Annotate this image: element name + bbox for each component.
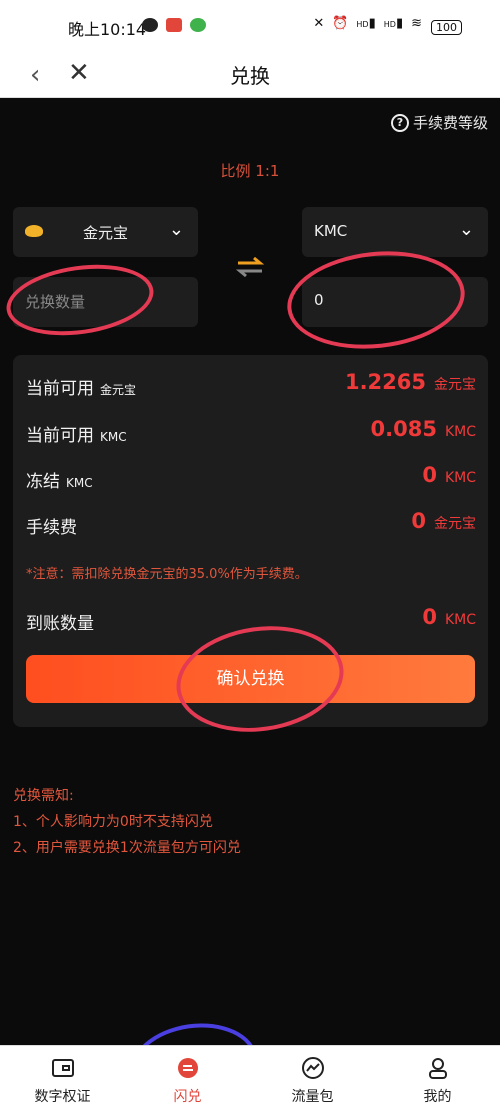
fee-note: *注意：需扣除兑换金元宝的35.0%作为手续费。 [26, 567, 308, 582]
from-currency-select[interactable]: 金元宝 ⌄ [13, 207, 198, 257]
row-value: 1.2265 金元宝 [345, 370, 476, 394]
page-title: 兑换 [230, 64, 270, 88]
row-value: 0 金元宝 [411, 509, 476, 533]
chart-icon [301, 1057, 324, 1079]
status-bar: 晚上10:14 ✕ ⏰ HD▮ HD▮ ≋ 100 [0, 0, 500, 50]
row-unit: KMC [444, 612, 476, 628]
row-label: 当前可用 金元宝 [26, 374, 136, 399]
nav-label: 闪兑 [173, 1089, 202, 1105]
row-value: 0 KMC [422, 605, 476, 629]
nav-item-traffic-pack[interactable]: 流量包 [250, 1046, 375, 1111]
signal-1-icon: HD▮ [356, 16, 376, 31]
notice-line-1: 1、个人影响力为0时不支持闪兑 [13, 814, 213, 830]
row-unit: 金元宝 [434, 516, 476, 532]
chevron-down-icon: ⌄ [458, 219, 474, 240]
row-unit: KMC [444, 424, 476, 440]
row-value: 0.085 KMC [371, 417, 476, 441]
nav-item-flash-exchange[interactable]: 闪兑 [125, 1046, 250, 1111]
annotation-circle [282, 242, 470, 358]
fee-level-label: 手续费等级 [412, 114, 488, 132]
frozen-kmc-row: 冻结 KMC 0 KMC [26, 463, 476, 493]
hd-badge-2: HD [383, 20, 396, 29]
notice-line-2: 2、用户需要兑换1次流量包方可闪兑 [13, 840, 241, 856]
nav-item-digital-warrant[interactable]: 数字权证 [0, 1046, 125, 1111]
row-label-text: 冻结 [26, 472, 60, 492]
row-label-sub: 金元宝 [100, 383, 137, 397]
wallet-icon [51, 1059, 74, 1077]
user-icon [428, 1058, 447, 1079]
mute-icon: ✕ [313, 16, 325, 31]
row-number: 1.2265 [344, 370, 426, 394]
row-number: 0 [422, 463, 437, 487]
signal-2-icon: HD▮ [383, 16, 404, 31]
row-label: 到账数量 [26, 614, 94, 634]
row-label-text: 当前可用 [26, 426, 94, 446]
from-currency-label: 金元宝 [83, 224, 129, 242]
row-label: 冻结 KMC [26, 467, 93, 492]
row-unit: KMC [444, 470, 476, 486]
row-label-text: 当前可用 [26, 379, 94, 399]
to-currency-label: KMC [314, 222, 348, 240]
status-time: 晚上10:14 [68, 20, 147, 39]
wechat-notification-icon [190, 18, 206, 32]
exchange-notice: 兑换需知: 1、个人影响力为0时不支持闪兑 2、用户需要兑换1次流量包方可闪兑 [13, 783, 241, 861]
qq-notification-icon [142, 18, 158, 32]
row-number: 0.085 [370, 417, 437, 441]
row-number: 0 [422, 605, 437, 629]
notice-title: 兑换需知: [13, 788, 74, 804]
nav-label: 数字权证 [34, 1089, 91, 1105]
alarm-icon: ⏰ [332, 16, 349, 31]
nav-label: 流量包 [291, 1089, 334, 1105]
available-kmc-row: 当前可用 KMC 0.085 KMC [26, 417, 476, 447]
chevron-down-icon: ⌄ [168, 219, 184, 240]
app-notification-icon [166, 18, 182, 32]
top-header: ‹ ✕ 兑换 [0, 50, 500, 98]
wifi-icon: ≋ [411, 16, 422, 31]
hd-badge-1: HD [356, 20, 369, 29]
exchange-ratio: 比例 1:1 [220, 162, 280, 180]
row-value: 0 KMC [422, 463, 476, 487]
nav-item-me[interactable]: 我的 [375, 1046, 500, 1111]
row-label-sub: KMC [66, 476, 93, 490]
bottom-nav: 数字权证 闪兑 流量包 我的 [0, 1045, 500, 1111]
swap-icon[interactable] [236, 255, 264, 279]
available-gold-row: 当前可用 金元宝 1.2265 金元宝 [26, 370, 476, 400]
exchange-icon [177, 1058, 198, 1078]
to-currency-select[interactable]: KMC ⌄ [302, 207, 488, 257]
fee-row: 手续费 0 金元宝 [26, 509, 476, 539]
annotation-circle [1, 256, 159, 344]
row-label: 手续费 [26, 518, 77, 538]
row-label-sub: KMC [100, 430, 127, 444]
gold-ingot-icon [25, 225, 43, 237]
battery-indicator: 100 [431, 20, 462, 35]
fee-level-link[interactable]: ? 手续费等级 [390, 112, 488, 133]
row-number: 0 [411, 509, 426, 533]
row-label: 当前可用 KMC [26, 421, 127, 446]
help-icon: ? [390, 113, 409, 132]
nav-label: 我的 [423, 1089, 452, 1105]
row-unit: 金元宝 [434, 377, 476, 393]
